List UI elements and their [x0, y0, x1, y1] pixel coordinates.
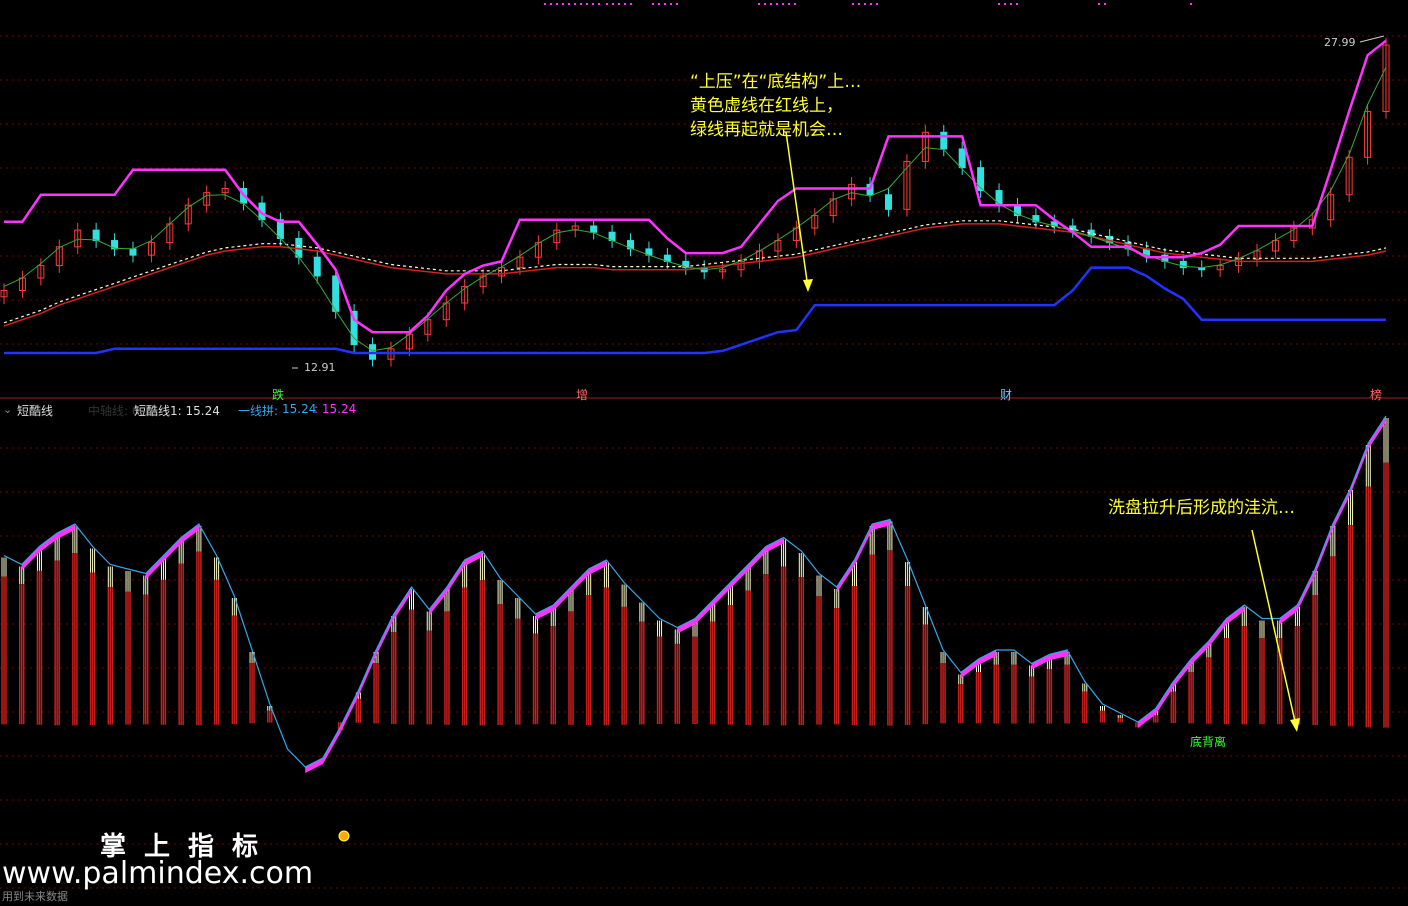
osc-rising-fill	[1279, 605, 1298, 625]
candle-body	[313, 256, 321, 277]
ma-dashed-line	[3, 220, 1387, 324]
annotation-arrow	[785, 131, 809, 289]
indicator-line1-label: 短酷线1: 15.24	[134, 404, 220, 418]
indicator-line2-name: 一线拼:	[238, 404, 279, 418]
indicator-line2-value: 15.24	[282, 402, 317, 416]
osc-rising-fill	[163, 537, 182, 562]
sub-annotation-arrow	[1251, 529, 1297, 727]
price-low-label: 12.91	[304, 361, 336, 374]
candle-body	[995, 190, 1003, 206]
candle-body	[940, 131, 948, 150]
main-annotation: “上压”在“底结构”上… 黄色虚线在红线上， 绿线再起就是机会…	[690, 70, 861, 142]
annotation-line-1: “上压”在“底结构”上…	[690, 72, 862, 92]
marker-die: 跌	[272, 388, 285, 402]
osc-rising-fill	[872, 519, 890, 530]
osc-rising-fill	[553, 587, 571, 611]
osc-rising-fill	[1049, 650, 1068, 661]
osc-rising-fill	[1226, 605, 1245, 625]
annotation-line-2: 黄色虚线在红线上，	[690, 96, 843, 116]
divergence-label: 底背离	[1190, 735, 1227, 749]
ma-long-line	[3, 223, 1387, 327]
indicator-toggle-icon[interactable]: ⌄	[3, 403, 12, 416]
marker-cai: 财	[1000, 388, 1013, 402]
candle-body	[332, 275, 340, 312]
candle-body	[129, 248, 137, 256]
osc-rising-fill	[730, 564, 749, 589]
candle-body	[958, 148, 966, 169]
watermark-url: www.palmindex.com	[2, 856, 314, 891]
marker-zeng: 增	[576, 388, 589, 402]
sub-annotation: 洗盘拉升后形成的洼沆…	[1108, 498, 1295, 518]
indicator-name[interactable]: 短酷线	[17, 402, 53, 419]
osc-rising-fill	[181, 524, 199, 544]
osc-rising-fill	[695, 600, 713, 625]
signal-dot	[338, 830, 350, 842]
candle-body	[590, 225, 598, 233]
marker-bang: 榜	[1370, 388, 1383, 402]
stock-chart: 27.99 12.91 “上压”在“底结构”上… 黄色虚线在红线上， 绿线再起就…	[0, 0, 1408, 903]
osc-rising-fill	[748, 546, 766, 571]
indicator-line2-value2: : 15.24	[314, 402, 357, 416]
candle-body	[92, 229, 100, 242]
support-line	[4, 266, 1386, 355]
osc-rising-fill	[145, 555, 164, 580]
sub-annotation-arrowhead	[1290, 718, 1300, 732]
price-high-pointer	[1359, 35, 1385, 43]
osc-rising-fill	[712, 582, 731, 607]
price-high-label: 27.99	[1324, 36, 1356, 49]
annotation-line-3: 绿线再起就是机会…	[690, 120, 843, 140]
candle-body	[884, 194, 892, 210]
osc-rising-fill	[570, 569, 589, 593]
osc-rising-fill	[21, 546, 40, 571]
annotation-arrowhead	[803, 279, 813, 292]
